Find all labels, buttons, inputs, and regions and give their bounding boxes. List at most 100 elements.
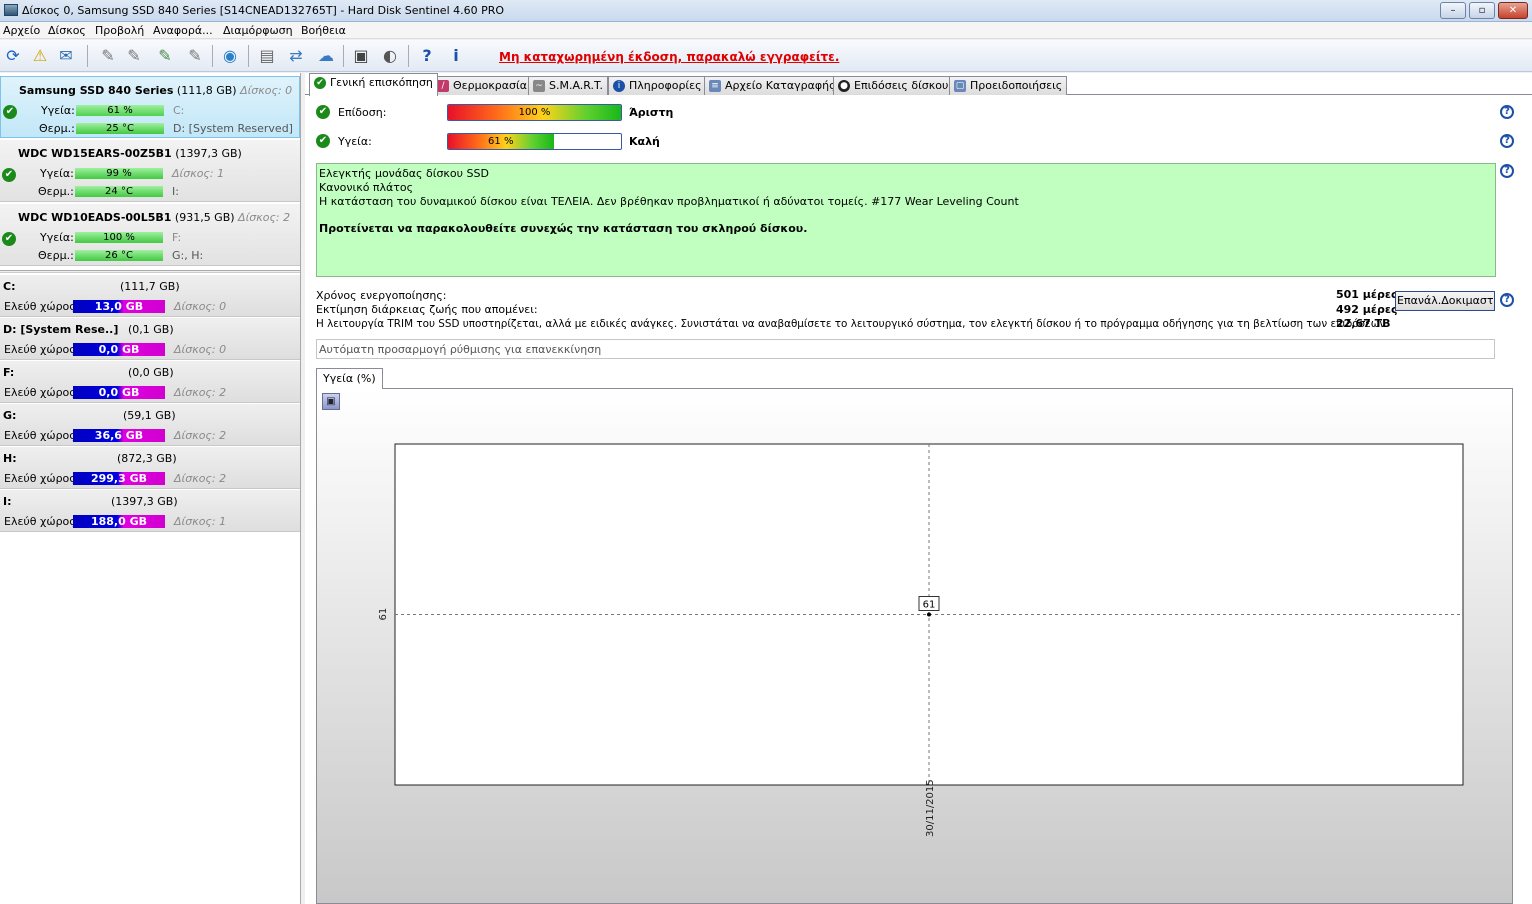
info-icon[interactable]: i: [444, 44, 468, 68]
status-line: Ελεγκτής μονάδας δίσκου SSD: [319, 167, 489, 180]
performance-label: Επίδοση:: [338, 106, 387, 119]
volume-item-h[interactable]: H: (872,3 GB) Ελεύθ χώρος 299,3 GB Δίσκο…: [0, 447, 300, 489]
disk-model: Samsung SSD 840 Series: [19, 84, 174, 97]
disk-size: (1397,3 GB): [175, 147, 242, 160]
tab-bar: ✔ Γενική επισκόπηση / Θερμοκρασία ~ S.M.…: [305, 73, 1532, 96]
ok-check-icon: ✔: [316, 105, 330, 119]
tab-alerts[interactable]: ▢ Προειδοποιήσεις: [949, 76, 1068, 95]
health-bar-fill: 61 %: [448, 134, 554, 149]
disk-card-0[interactable]: Samsung SSD 840 Series (111,8 GB) Δίσκος…: [0, 76, 300, 138]
volume-letters: C:: [173, 104, 185, 117]
toolbar-separator: [408, 45, 409, 67]
free-space-bar: 188,0 GB: [73, 515, 165, 528]
help-icon[interactable]: ?: [415, 44, 439, 68]
speaker-icon[interactable]: ◐: [378, 44, 402, 68]
volume-letters: D: [System Reserved]: [173, 122, 293, 135]
auto-adjust-input[interactable]: Αυτόματη προσαρμογή ρύθμισης για επανεκκ…: [316, 339, 1495, 359]
disk-model: WDC WD15EARS-00Z5B1: [18, 147, 172, 160]
tab-overview[interactable]: ✔ Γενική επισκόπηση: [309, 73, 438, 96]
volume-letters: F:: [172, 231, 182, 244]
volume-letters: G:, H:: [172, 249, 204, 262]
free-space-label: Ελεύθ χώρος: [4, 472, 76, 485]
help-icon[interactable]: ?: [1500, 134, 1514, 148]
minimize-button[interactable]: –: [1440, 2, 1466, 19]
ok-check-icon: ✔: [2, 168, 16, 182]
free-space-bar: 36,6 GB: [73, 429, 165, 442]
temp-bar: 26 °C: [75, 250, 163, 261]
repeat-test-button[interactable]: Επανάλ.Δοκιμαστ.Τεστ: [1395, 291, 1495, 311]
tab-log[interactable]: ≡ Αρχείο Καταγραφής: [704, 76, 841, 95]
disk-settings-icon[interactable]: ✎: [183, 44, 207, 68]
free-space-label: Ελεύθ χώρος: [4, 429, 76, 442]
registration-notice-link[interactable]: Μη καταχωρημένη έκδοση, παρακαλώ εγγραφε…: [499, 50, 839, 64]
sync-icon[interactable]: ⇄: [284, 44, 308, 68]
data-point: [927, 612, 931, 617]
toolbar-separator: [212, 45, 213, 67]
disk-card-2[interactable]: WDC WD10EADS-00L5B1 (931,5 GB) Δίσκος: 2…: [0, 204, 300, 266]
menu-file[interactable]: Αρχείο: [3, 24, 40, 37]
volume-item-i[interactable]: I: (1397,3 GB) Ελεύθ χώρος 188,0 GB Δίσκ…: [0, 490, 300, 532]
temp-bar: 25 °C: [76, 123, 164, 134]
toolbar-separator: [248, 45, 249, 67]
alerts-icon: ▢: [954, 80, 966, 92]
volume-disk: Δίσκος: 2: [174, 386, 227, 399]
menu-view[interactable]: Προβολή: [95, 24, 144, 37]
chart-tab-health[interactable]: Υγεία (%): [316, 368, 383, 389]
status-line: Η κατάσταση του δυναμικού δίσκου είναι Τ…: [319, 195, 1019, 208]
tab-smart[interactable]: ~ S.M.A.R.T.: [528, 76, 608, 95]
tab-temperature[interactable]: / Θερμοκρασία: [432, 76, 532, 95]
volume-item-f[interactable]: F: (0,0 GB) Ελεύθ χώρος 0,0 GB Δίσκος: 2: [0, 361, 300, 403]
globe-icon[interactable]: ◉: [218, 44, 242, 68]
close-button[interactable]: ✕: [1498, 2, 1528, 19]
tab-label: Θερμοκρασία: [453, 79, 527, 92]
help-icon[interactable]: ?: [1500, 105, 1514, 119]
refresh-icon[interactable]: ⟳: [1, 44, 25, 68]
volume-letter: C:: [3, 280, 16, 293]
data-written-value: 22,67 TB: [1336, 317, 1391, 330]
disk-tool-icon[interactable]: ✎: [96, 44, 120, 68]
monitor-icon[interactable]: ▣: [349, 44, 373, 68]
email-icon[interactable]: ✉: [54, 44, 78, 68]
health-label: Υγεία:: [338, 135, 372, 148]
volume-item-d[interactable]: D: [System Rese..] (0,1 GB) Ελεύθ χώρος …: [0, 318, 300, 360]
volume-letter: G:: [3, 409, 17, 422]
data-label: 61: [923, 600, 936, 611]
disk-surface-icon[interactable]: ✎: [153, 44, 177, 68]
tab-label: S.M.A.R.T.: [549, 79, 603, 92]
health-label: Υγεία:: [40, 231, 74, 244]
menu-configuration[interactable]: Διαμόρφωση: [223, 24, 293, 37]
network-icon[interactable]: ☁: [314, 44, 338, 68]
info-icon: i: [613, 80, 625, 92]
disk-number: Δίσκος: 2: [238, 211, 291, 224]
disk-card-1[interactable]: WDC WD15EARS-00Z5B1 (1397,3 GB) ✔ Υγεία:…: [0, 140, 300, 202]
trim-note: Η λειτουργία TRIM του SSD υποστηρίζεται,…: [316, 318, 1389, 330]
temp-label: Θερμ.:: [39, 122, 75, 135]
warning-icon[interactable]: ⚠: [28, 44, 52, 68]
performance-icon: ●: [838, 80, 850, 92]
y-tick-label: 61: [378, 608, 389, 621]
disk-test-icon[interactable]: ✎: [122, 44, 146, 68]
smart-icon: ~: [533, 80, 545, 92]
tab-information[interactable]: i Πληροφορίες: [608, 76, 707, 95]
ok-check-icon: ✔: [2, 232, 16, 246]
volume-disk: Δίσκος: 0: [174, 300, 227, 313]
temp-label: Θερμ.:: [38, 249, 74, 262]
health-label: Υγεία:: [41, 104, 75, 117]
panel-divider: [0, 270, 300, 273]
disk-number: Δίσκος: 0: [240, 84, 293, 97]
menu-report[interactable]: Αναφορά...: [153, 24, 213, 37]
menu-help[interactable]: Βοήθεια: [301, 24, 346, 37]
menu-disk[interactable]: Δίσκος: [48, 24, 86, 37]
tab-disk-performance[interactable]: ● Επιδόσεις δίσκου: [833, 76, 954, 95]
volume-item-c[interactable]: C: (111,7 GB) Ελεύθ χώρος 13,0 GB Δίσκος…: [0, 275, 300, 317]
volume-size: (111,7 GB): [120, 280, 180, 293]
document-icon[interactable]: ▤: [255, 44, 279, 68]
restore-button[interactable]: ▫: [1469, 2, 1495, 19]
lifetime-label: Εκτίμηση διάρκειας ζωής που απομένει:: [316, 303, 538, 316]
help-icon[interactable]: ?: [1500, 164, 1514, 178]
volume-item-g[interactable]: G: (59,1 GB) Ελεύθ χώρος 36,6 GB Δίσκος:…: [0, 404, 300, 446]
disk-name: Samsung SSD 840 Series (111,8 GB) Δίσκος…: [19, 84, 292, 97]
power-on-label: Χρόνος ενεργοποίησης:: [316, 289, 447, 302]
performance-bar-fill: 100 %: [448, 105, 621, 120]
help-icon[interactable]: ?: [1500, 293, 1514, 307]
